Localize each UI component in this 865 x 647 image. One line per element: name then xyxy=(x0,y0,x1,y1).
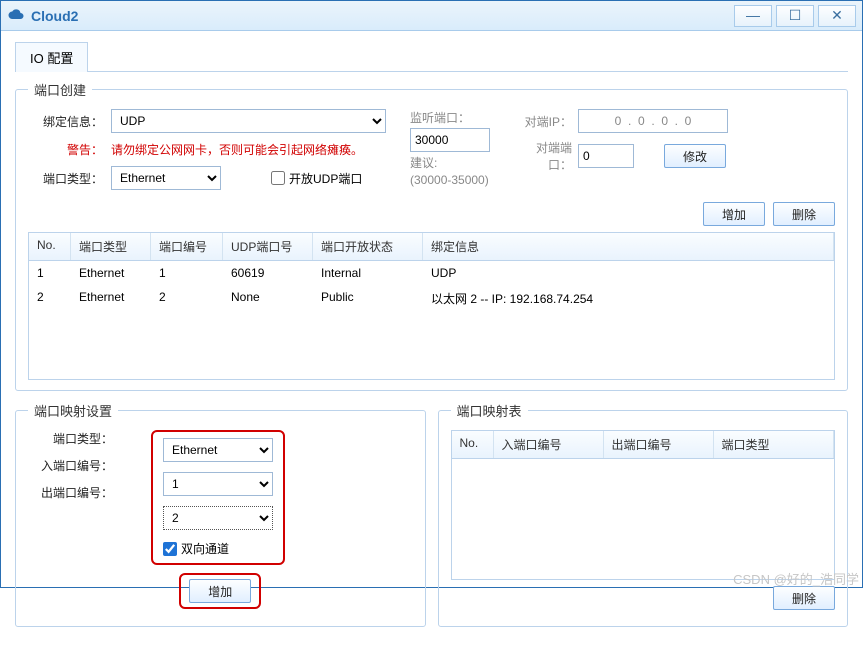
bind-label: 绑定信息： xyxy=(28,113,103,130)
watermark: CSDN @好的_浩同学 xyxy=(733,569,859,588)
mcol-no: No. xyxy=(452,431,494,458)
maximize-button[interactable]: ☐ xyxy=(776,5,814,27)
col-port-type: 端口类型 xyxy=(71,233,151,260)
port-table: No. 端口类型 端口编号 UDP端口号 端口开放状态 绑定信息 1 Ether… xyxy=(28,232,835,380)
port-type-label: 端口类型： xyxy=(28,170,103,187)
advice-label: 建议: xyxy=(410,154,490,171)
peer-ip-input[interactable] xyxy=(578,109,728,133)
table-row[interactable]: 2 Ethernet 2 None Public 以太网 2 -- IP: 19… xyxy=(29,285,834,312)
map-in-label: 入端口编号： xyxy=(28,457,113,474)
port-map-table-legend: 端口映射表 xyxy=(451,401,528,420)
highlighted-add: 增加 xyxy=(179,573,261,609)
table-row[interactable]: 1 Ethernet 1 60619 Internal UDP xyxy=(29,261,834,285)
map-out-label: 出端口编号： xyxy=(28,484,113,501)
col-no: No. xyxy=(29,233,71,260)
minimize-button[interactable]: — xyxy=(734,5,772,27)
listen-port-input[interactable] xyxy=(410,128,490,152)
open-udp-label: 开放UDP端口 xyxy=(289,170,362,187)
add-port-button[interactable]: 增加 xyxy=(703,202,765,226)
titlebar: Cloud2 — ☐ ✕ xyxy=(1,1,862,31)
warn-text: 请勿绑定公网网卡，否则可能会引起网络瘫痪。 xyxy=(111,141,363,158)
mcol-type: 端口类型 xyxy=(714,431,835,458)
port-map-table-group: 端口映射表 No. 入端口编号 出端口编号 端口类型 删除 xyxy=(438,401,849,627)
tab-io-config[interactable]: IO 配置 xyxy=(15,42,88,72)
peer-port-input[interactable] xyxy=(578,144,634,168)
dual-channel-label: 双向通道 xyxy=(181,540,229,557)
port-create-legend: 端口创建 xyxy=(28,80,92,99)
port-map-config-legend: 端口映射设置 xyxy=(28,401,118,420)
bind-select[interactable]: UDP xyxy=(111,109,386,133)
port-create-group: 端口创建 绑定信息： UDP 警告： 请勿绑定公网网卡，否则可能会引起网络瘫痪。… xyxy=(15,80,848,391)
app-logo-icon xyxy=(7,7,25,25)
col-port-num: 端口编号 xyxy=(151,233,223,260)
mcol-in: 入端口编号 xyxy=(494,431,604,458)
peer-port-label: 对端端口： xyxy=(514,139,572,173)
close-button[interactable]: ✕ xyxy=(818,5,856,27)
map-type-select[interactable]: Ethernet xyxy=(163,438,273,462)
map-type-label: 端口类型： xyxy=(28,430,113,447)
warn-label: 警告： xyxy=(28,141,103,158)
advice-text: (30000-35000) xyxy=(410,173,490,187)
open-udp-checkbox-input[interactable] xyxy=(271,171,285,185)
mcol-out: 出端口编号 xyxy=(604,431,714,458)
port-type-select[interactable]: Ethernet xyxy=(111,166,221,190)
tab-bar: IO 配置 xyxy=(15,41,848,72)
window-title: Cloud2 xyxy=(31,8,78,24)
dual-channel-checkbox[interactable]: 双向通道 xyxy=(163,540,273,557)
highlighted-inputs: Ethernet 1 2 双向通道 xyxy=(151,430,285,565)
modify-button[interactable]: 修改 xyxy=(664,144,726,168)
dual-channel-checkbox-input[interactable] xyxy=(163,542,177,556)
map-out-select[interactable]: 2 xyxy=(163,506,273,530)
map-in-select[interactable]: 1 xyxy=(163,472,273,496)
delete-port-button[interactable]: 删除 xyxy=(773,202,835,226)
listen-port-label: 监听端口： xyxy=(410,109,490,126)
col-open-state: 端口开放状态 xyxy=(313,233,423,260)
port-map-config-group: 端口映射设置 端口类型： 入端口编号： 出端口编号： Ethernet 1 2 … xyxy=(15,401,426,627)
map-add-button[interactable]: 增加 xyxy=(189,579,251,603)
col-udp-port: UDP端口号 xyxy=(223,233,313,260)
peer-ip-label: 对端IP： xyxy=(514,113,572,130)
col-bind-info: 绑定信息 xyxy=(423,233,834,260)
open-udp-checkbox[interactable]: 开放UDP端口 xyxy=(271,170,362,187)
map-table: No. 入端口编号 出端口编号 端口类型 xyxy=(451,430,836,580)
